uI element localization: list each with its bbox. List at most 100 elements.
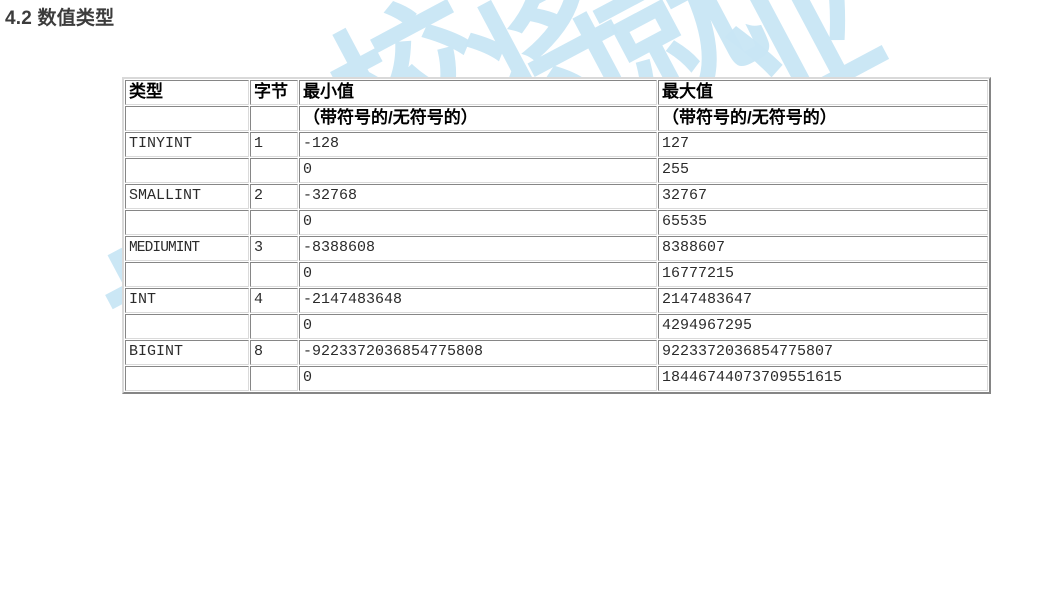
cell-text: 最小值 [303, 82, 354, 101]
table-cell: -128 [299, 132, 657, 157]
table-cell: 32767 [658, 184, 988, 209]
cell-text: 0 [303, 213, 313, 230]
cell-text: 127 [662, 135, 690, 152]
table-cell: 127 [658, 132, 988, 157]
mysql-numeric-types-table: 类型 字节 最小值 最大值 （带符号的/无符号的） （带符号的/无符号的） TINYINT… [122, 77, 991, 394]
table-cell: -2147483648 [299, 288, 657, 313]
cell-text [254, 317, 263, 334]
cell-text: 9223372036854775807 [662, 343, 834, 360]
cell-text [254, 161, 263, 178]
table-cell: -8388608 [299, 236, 657, 261]
table-cell: 1 [250, 132, 298, 157]
table-cell: 3 [250, 236, 298, 261]
table-cell: 255 [658, 158, 988, 183]
table-cell: （带符号的/无符号的） [299, 106, 657, 131]
cell-text: BIGINT [129, 343, 184, 360]
table-row: SMALLINT 2 -32768 32767 [125, 184, 988, 209]
table-cell [125, 262, 249, 287]
table-subheader-row: （带符号的/无符号的） （带符号的/无符号的） [125, 106, 988, 131]
cell-text: 0 [303, 265, 313, 282]
cell-text [254, 108, 259, 127]
table-cell: 8 [250, 340, 298, 365]
table-cell: 2147483647 [658, 288, 988, 313]
table-cell [250, 262, 298, 287]
cell-text: 最大值 [662, 82, 713, 101]
table-cell: -32768 [299, 184, 657, 209]
table-header-row: 类型 字节 最小值 最大值 [125, 80, 988, 105]
cell-text [254, 213, 263, 230]
cell-text: -2147483648 [303, 291, 403, 308]
cell-text [129, 213, 138, 230]
cell-text: 255 [662, 161, 690, 178]
table-cell: 0 [299, 366, 657, 391]
cell-text: 字节 [254, 82, 288, 101]
cell-text [129, 108, 134, 127]
table-cell: 0 [299, 262, 657, 287]
table-cell: 0 [299, 158, 657, 183]
cell-text: 1 [254, 135, 264, 152]
table-cell [125, 366, 249, 391]
table-cell: -9223372036854775808 [299, 340, 657, 365]
cell-text [254, 369, 263, 386]
table-cell: 0 [299, 314, 657, 339]
table-cell: （带符号的/无符号的） [658, 106, 988, 131]
cell-text: MEDIUMINT [129, 240, 200, 256]
table-cell [250, 106, 298, 131]
cell-text: 0 [303, 161, 313, 178]
table-cell [250, 314, 298, 339]
table-cell: 8388607 [658, 236, 988, 261]
table-cell: 4294967295 [658, 314, 988, 339]
cell-text: 8 [254, 343, 264, 360]
cell-text: 2147483647 [662, 291, 753, 308]
cell-text: 0 [303, 317, 313, 334]
table-cell [250, 366, 298, 391]
table-row: 0 255 [125, 158, 988, 183]
table-cell: SMALLINT [125, 184, 249, 209]
table-cell [250, 210, 298, 235]
cell-text [254, 265, 263, 282]
cell-text: 32767 [662, 187, 708, 204]
table-row: 0 65535 [125, 210, 988, 235]
table-row: BIGINT 8 -9223372036854775808 9223372036854… [125, 340, 988, 365]
table-row: 0 4294967295 [125, 314, 988, 339]
table-container: 类型 字节 最小值 最大值 （带符号的/无符号的） （带符号的/无符号的） TINYINT… [122, 77, 991, 394]
table-row: TINYINT 1 -128 127 [125, 132, 988, 157]
cell-text: INT [129, 291, 157, 308]
cell-text: 4 [254, 291, 264, 308]
cell-text: （带符号的/无符号的） [662, 108, 837, 127]
cell-text: （带符号的/无符号的） [303, 108, 478, 127]
cell-text: 4294967295 [662, 317, 753, 334]
table-cell: 2 [250, 184, 298, 209]
cell-text: 类型 [129, 82, 163, 101]
table-cell: 9223372036854775807 [658, 340, 988, 365]
table-cell [125, 314, 249, 339]
table-cell: 字节 [250, 80, 298, 105]
table-cell: TINYINT [125, 132, 249, 157]
table-cell: MEDIUMINT [125, 236, 249, 261]
cell-text: -32768 [303, 187, 358, 204]
table-cell: INT [125, 288, 249, 313]
cell-text [129, 369, 138, 386]
cell-text: -9223372036854775808 [303, 343, 484, 360]
table-row: 0 18446744073709551615 [125, 366, 988, 391]
table-cell: 0 [299, 210, 657, 235]
table-cell [250, 158, 298, 183]
cell-text: 8388607 [662, 239, 726, 256]
table-cell: 最大值 [658, 80, 988, 105]
table-cell [125, 158, 249, 183]
cell-text: TINYINT [129, 135, 193, 152]
table-cell [125, 210, 249, 235]
cell-text [129, 265, 138, 282]
table-cell: 18446744073709551615 [658, 366, 988, 391]
cell-text [129, 317, 138, 334]
table-row: INT 4 -2147483648 2147483647 [125, 288, 988, 313]
cell-text: 3 [254, 239, 264, 256]
cell-text [129, 161, 138, 178]
table-cell: 最小值 [299, 80, 657, 105]
cell-text: -128 [303, 135, 340, 152]
table-row: 0 16777215 [125, 262, 988, 287]
table-cell: 16777215 [658, 262, 988, 287]
table-cell: 65535 [658, 210, 988, 235]
cell-text: 0 [303, 369, 313, 386]
cell-text: SMALLINT [129, 187, 202, 204]
